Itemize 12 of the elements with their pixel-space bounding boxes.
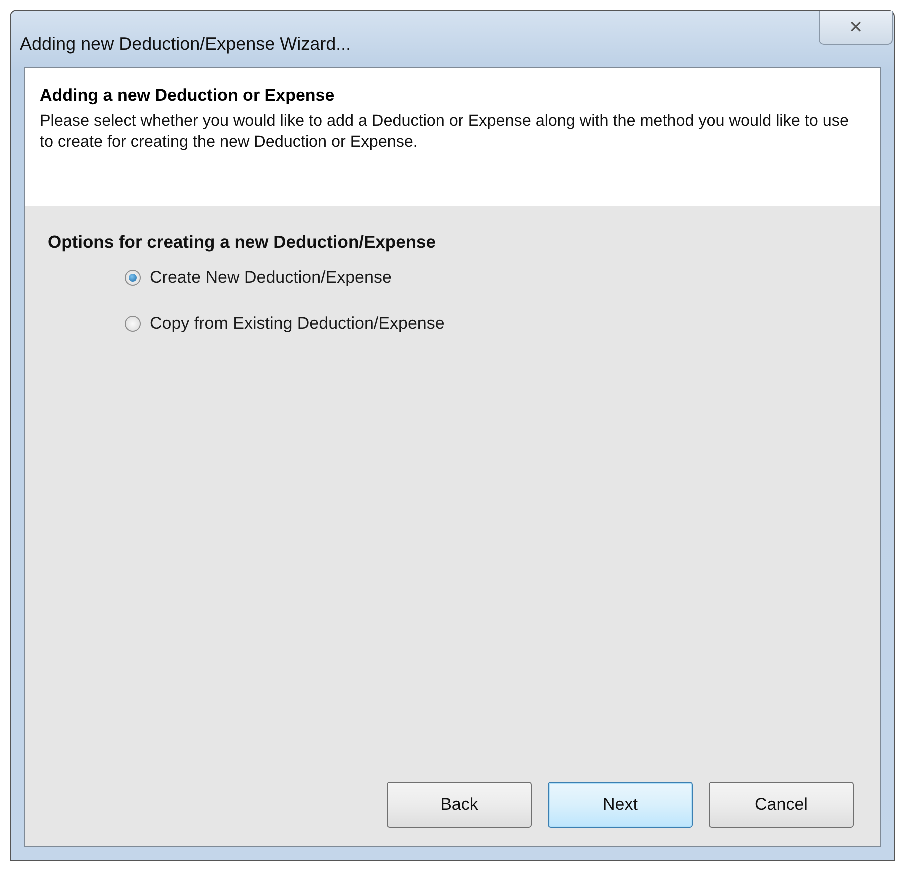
options-heading: Options for creating a new Deduction/Expense xyxy=(48,232,437,253)
window-title: Adding new Deduction/Expense Wizard... xyxy=(20,32,352,54)
wizard-button[interactable]: Next xyxy=(548,782,693,828)
close-button[interactable]: ✕ xyxy=(819,11,893,45)
option-label: Copy from Existing Deduction/Expense xyxy=(150,314,445,334)
wizard-button[interactable]: Back xyxy=(387,782,532,828)
radio-button[interactable] xyxy=(125,270,141,286)
radio-button[interactable] xyxy=(125,316,141,332)
wizard-button[interactable]: Cancel xyxy=(709,782,854,828)
header-description: Please select whether you would like to add a Deduction or Expense along with the method you would like to use to create for creating the new Deduction or Expense. xyxy=(40,111,850,153)
option-label: Create New Deduction/Expense xyxy=(150,268,392,288)
header-title: Adding a new Deduction or Expense xyxy=(40,86,336,106)
